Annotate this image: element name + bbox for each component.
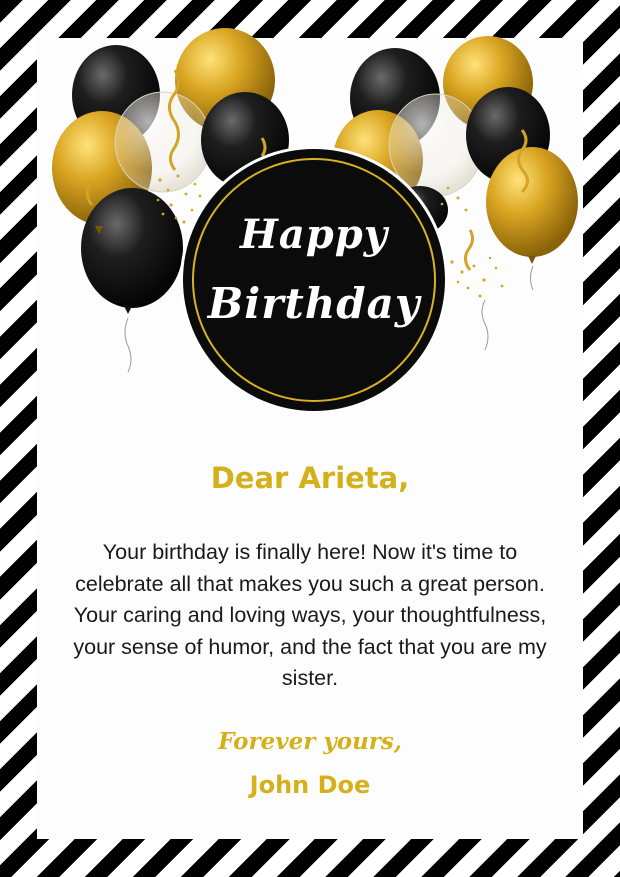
signature-name: John Doe	[249, 771, 371, 799]
closing-line: Forever yours,	[218, 728, 402, 755]
birthday-message: Your birthday is finally here! Now it's …	[73, 540, 547, 690]
badge-title-line1: Happy	[240, 211, 388, 258]
badge-title-line2: Birthday	[207, 279, 421, 328]
greeting-heading: Dear Arieta,	[210, 461, 410, 495]
happy-birthday-badge: Happy Birthday	[183, 149, 445, 411]
